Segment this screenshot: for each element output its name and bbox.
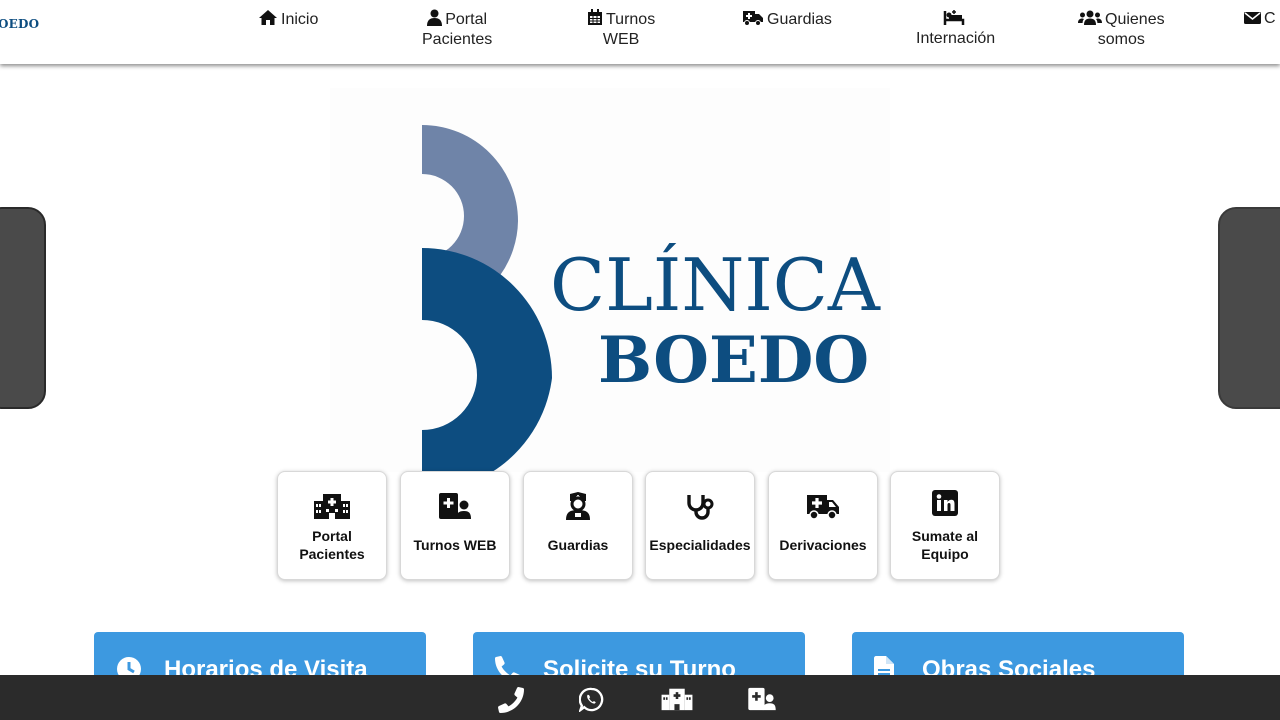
card-guardias[interactable]: Guardias (523, 471, 633, 580)
nav-quienes-label: Quienes (1105, 11, 1165, 28)
card-portal-pacientes[interactable]: Portal Pacientes (277, 471, 387, 580)
user-injured-icon (427, 9, 445, 28)
nav-inicio[interactable]: Inicio (258, 9, 318, 30)
nav-portal-label: Portal (445, 11, 488, 28)
nav-guardias[interactable]: Guardias (742, 9, 832, 30)
nav-portal-pacientes[interactable]: Portal Pacientes (422, 9, 492, 50)
card-derivaciones[interactable]: Derivaciones (768, 471, 878, 580)
card-label-2: Equipo (921, 546, 969, 562)
card-label: Turnos WEB (413, 537, 497, 553)
hospital-icon (278, 492, 386, 520)
hospital-icon[interactable] (659, 687, 695, 716)
nav-internacion-label: Internación (916, 30, 996, 47)
nav-turnos-label-2: WEB (602, 31, 640, 48)
brand-logo[interactable]: OEDO (0, 17, 39, 31)
nav-turnos-web[interactable]: Turnos WEB (587, 9, 655, 50)
card-label: Sumate al (911, 528, 979, 544)
nav-quienes-label-2: somos (1097, 31, 1145, 48)
ambulance-icon (742, 11, 767, 28)
nav-turnos-label: Turnos (606, 11, 656, 28)
linkedin-icon (891, 490, 999, 518)
logo-line-2: BOEDO (598, 323, 869, 398)
procedures-icon (916, 9, 995, 29)
slider-next-button[interactable] (1218, 207, 1280, 409)
users-icon (1078, 10, 1105, 28)
nav-inicio-label: Inicio (281, 11, 319, 28)
envelope-icon (1244, 10, 1264, 27)
slider-prev-button[interactable] (0, 207, 46, 409)
phone-icon[interactable] (498, 687, 524, 718)
card-label: Especialidades (649, 537, 751, 553)
card-label: Derivaciones (779, 537, 867, 553)
hero-slider: CLÍNICA BOEDO (330, 88, 890, 472)
bottom-action-bar (0, 675, 1280, 720)
stethoscope-icon (646, 492, 754, 520)
calendar-icon (587, 9, 606, 28)
logo-line-1: CLÍNICA (550, 242, 881, 327)
top-navbar: OEDO Inicio Portal Pacientes Turnos WEB … (0, 0, 1280, 64)
user-nurse-icon (524, 492, 632, 520)
card-label: Guardias (547, 537, 609, 553)
ambulance-icon (769, 492, 877, 520)
card-label-2: Pacientes (299, 546, 365, 562)
nav-contacto-label: C (1264, 10, 1276, 27)
notes-medical-user-icon[interactable] (746, 687, 778, 716)
nav-contacto[interactable]: C (1244, 9, 1276, 29)
nav-portal-label-2: Pacientes (422, 31, 493, 48)
card-turnos-web[interactable]: Turnos WEB (400, 471, 510, 580)
card-label: Portal (312, 528, 352, 544)
clinica-boedo-logo: CLÍNICA BOEDO (422, 125, 881, 472)
card-sumate-equipo[interactable]: Sumate al Equipo (890, 471, 1000, 580)
nav-internacion[interactable]: Internación (916, 9, 995, 49)
card-especialidades[interactable]: Especialidades (645, 471, 755, 580)
nav-quienes-somos[interactable]: Quienes somos (1078, 9, 1165, 50)
nav-guardias-label: Guardias (767, 11, 832, 28)
whatsapp-icon[interactable] (578, 687, 604, 717)
home-icon (258, 10, 281, 28)
notes-medical-user-icon (401, 492, 509, 520)
